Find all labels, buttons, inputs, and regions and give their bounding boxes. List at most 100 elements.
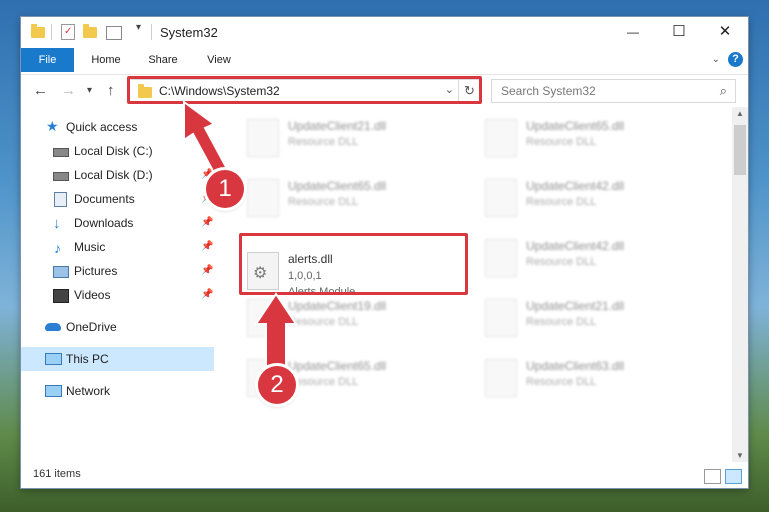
search-placeholder: Search System32 xyxy=(501,84,596,98)
file-item-alerts-dll[interactable]: ⚙ alerts.dll 1,0,0,1 Alerts Module xyxy=(242,250,467,302)
sidebar-item-label: Music xyxy=(74,240,106,254)
file-description: Alerts Module xyxy=(288,286,356,298)
dll-file-icon: ⚙ xyxy=(247,252,279,290)
sidebar-item-this-pc[interactable]: This PC xyxy=(21,347,214,371)
star-icon: ★ xyxy=(46,118,59,134)
chevron-down-icon[interactable]: ⌄ xyxy=(445,83,454,96)
navigation-pane: ★ Quick access Local Disk (C:) 📌 Local D… xyxy=(21,107,214,462)
sidebar-item-videos[interactable]: Videos 📌 xyxy=(21,283,214,307)
chevron-down-icon[interactable]: ▾ xyxy=(136,22,141,38)
file-name: UpdateClient65.dll xyxy=(526,119,625,133)
file-item[interactable]: UpdateClient42.dll Resource DLL xyxy=(480,235,705,287)
pictures-icon xyxy=(53,266,69,278)
vertical-scrollbar[interactable]: ▲ ▼ xyxy=(732,107,748,462)
drive-icon xyxy=(53,148,69,157)
gear-icon: ⚙ xyxy=(253,265,268,282)
scrollbar-thumb[interactable] xyxy=(734,125,746,175)
file-name: UpdateClient42.dll xyxy=(526,179,625,193)
address-path: C:\Windows\System32 xyxy=(159,84,280,98)
details-view-icon[interactable] xyxy=(704,469,721,484)
maximize-button[interactable]: ☐ xyxy=(656,17,702,47)
file-version: 1,0,0,1 xyxy=(288,270,322,282)
address-bar[interactable]: C:\Windows\System32 ⌄ ↻ xyxy=(128,79,481,103)
videos-icon xyxy=(53,289,69,303)
sidebar-item-documents[interactable]: Documents 📌 xyxy=(21,187,214,211)
ribbon-tabs: File Home Share View ⌄ ? xyxy=(21,48,748,72)
file-name: alerts.dll xyxy=(288,252,333,266)
pin-icon[interactable]: 📌 xyxy=(201,211,213,235)
file-description: Resource DLL xyxy=(288,316,359,328)
sidebar-item-label: OneDrive xyxy=(66,320,117,334)
file-description: Resource DLL xyxy=(526,196,597,208)
file-item[interactable]: UpdateClient19.dll Resource DLL xyxy=(242,295,467,347)
dll-file-icon xyxy=(485,239,517,277)
separator xyxy=(51,24,52,40)
properties-icon[interactable]: ✓ xyxy=(61,24,75,40)
separator xyxy=(151,24,152,40)
pin-icon[interactable]: 📌 xyxy=(201,283,213,307)
pin-icon[interactable]: 📌 xyxy=(201,139,213,163)
network-icon xyxy=(45,385,62,397)
sidebar-item-quick-access[interactable]: ★ Quick access xyxy=(21,115,214,139)
scroll-up-icon[interactable]: ▲ xyxy=(736,109,744,118)
minimize-button[interactable]: — xyxy=(610,17,656,47)
status-bar: 161 items xyxy=(21,463,748,488)
dll-file-icon xyxy=(247,179,279,217)
tab-share[interactable]: Share xyxy=(141,48,185,72)
file-item[interactable]: UpdateClient21.dll Resource DLL xyxy=(480,295,705,347)
search-icon[interactable]: ⌕ xyxy=(720,83,727,99)
forward-arrow-icon[interactable]: → xyxy=(61,82,76,99)
tab-view[interactable]: View xyxy=(197,48,241,72)
sidebar-item-local-disk-c[interactable]: Local Disk (C:) 📌 xyxy=(21,139,214,163)
file-name: UpdateClient42.dll xyxy=(526,239,625,253)
file-item[interactable]: UpdateClient42.dll Resource DLL xyxy=(480,175,705,227)
sidebar-item-label: Documents xyxy=(74,192,135,206)
file-description: Resource DLL xyxy=(288,196,359,208)
sidebar-item-music[interactable]: ♪ Music 📌 xyxy=(21,235,214,259)
file-item[interactable]: UpdateClient65.dll Resource DLL xyxy=(480,115,705,167)
music-icon: ♪ xyxy=(54,240,61,256)
file-description: Resource DLL xyxy=(526,376,597,388)
search-input[interactable]: Search System32 ⌕ xyxy=(491,79,736,103)
folder-icon xyxy=(138,84,152,98)
file-description: Resource DLL xyxy=(526,316,597,328)
tab-file[interactable]: File xyxy=(21,48,74,72)
close-button[interactable]: ✕ xyxy=(702,17,748,47)
tab-home[interactable]: Home xyxy=(84,48,128,72)
sidebar-item-label: Network xyxy=(66,384,111,398)
sidebar-item-pictures[interactable]: Pictures 📌 xyxy=(21,259,214,283)
scroll-down-icon[interactable]: ▼ xyxy=(736,451,744,460)
refresh-icon[interactable]: ↻ xyxy=(458,80,480,102)
sidebar-item-label: Local Disk (D:) xyxy=(74,168,153,182)
expand-ribbon-icon[interactable]: ⌄ xyxy=(712,54,720,65)
sidebar-item-local-disk-d[interactable]: Local Disk (D:) 📌 xyxy=(21,163,214,187)
file-description: Resource DLL xyxy=(288,136,359,148)
dll-file-icon xyxy=(485,119,517,157)
pin-icon[interactable]: 📌 xyxy=(201,259,213,283)
sidebar-item-label: This PC xyxy=(66,352,109,366)
back-arrow-icon[interactable]: ← xyxy=(33,82,48,99)
dll-file-icon xyxy=(485,299,517,337)
download-icon: ↓ xyxy=(53,215,61,232)
recent-chevron-icon[interactable]: ▾ xyxy=(87,85,92,96)
up-arrow-icon[interactable]: ↑ xyxy=(107,82,115,99)
sidebar-item-onedrive[interactable]: OneDrive xyxy=(21,315,214,339)
file-name: UpdateClient21.dll xyxy=(526,299,625,313)
help-button[interactable]: ? xyxy=(728,52,743,67)
tiles-view-icon[interactable] xyxy=(725,469,742,484)
file-item[interactable]: UpdateClient21.dll Resource DLL xyxy=(242,115,467,167)
sidebar-item-downloads[interactable]: ↓ Downloads 📌 xyxy=(21,211,214,235)
sidebar-item-network[interactable]: Network xyxy=(21,379,214,403)
cloud-icon xyxy=(45,323,61,331)
file-description: Resource DLL xyxy=(288,376,359,388)
customize-icon[interactable] xyxy=(106,26,122,40)
window-title: System32 xyxy=(160,25,218,40)
file-item[interactable]: UpdateClient65.dll Resource DLL xyxy=(242,175,467,227)
file-name: UpdateClient65.dll xyxy=(288,179,387,193)
sidebar-item-label: Downloads xyxy=(74,216,134,230)
file-name: UpdateClient63.dll xyxy=(526,359,625,373)
pin-icon[interactable]: 📌 xyxy=(201,235,213,259)
file-item[interactable]: UpdateClient63.dll Resource DLL xyxy=(480,355,705,407)
navigation-bar: ← → ▾ ↑ C:\Windows\System32 ⌄ ↻ Search S… xyxy=(21,74,748,107)
title-bar: ✓ ▾ System32 — ☐ ✕ xyxy=(21,17,748,47)
